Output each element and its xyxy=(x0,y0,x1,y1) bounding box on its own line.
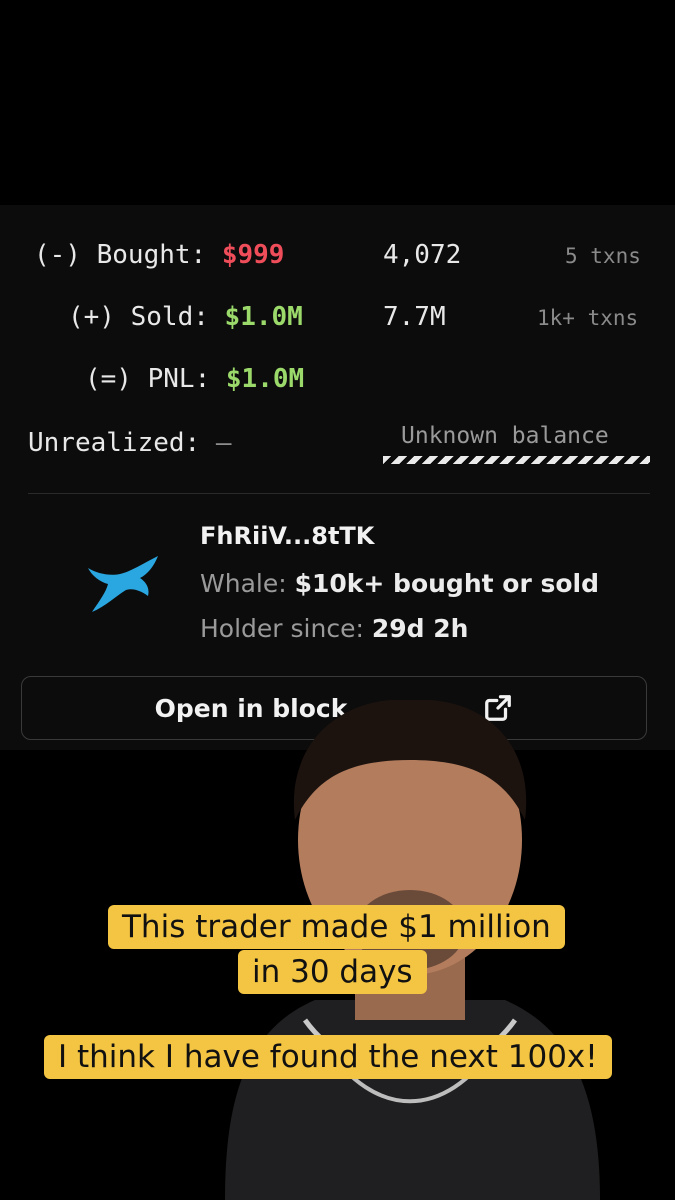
bought-value: $999 xyxy=(221,240,285,270)
pnl-row: (=) PNL: $1.0M xyxy=(85,364,304,394)
wallet-address[interactable]: FhRiiV...8tTK xyxy=(200,522,374,550)
section-divider xyxy=(28,493,650,494)
unrealized-row: Unrealized: – xyxy=(28,428,232,458)
caption-line-3: I think I have found the next 100x! xyxy=(44,1035,612,1079)
unknown-balance-label: Unknown balance xyxy=(401,423,609,449)
wallet-type-line: Whale: $10k+ bought or sold xyxy=(200,569,599,598)
sold-txns: 1k+ txns xyxy=(537,306,639,330)
holder-since-line: Holder since: 29d 2h xyxy=(200,614,468,643)
sold-row: (+) Sold: $1.0M xyxy=(68,302,303,332)
holder-since-label: Holder since: xyxy=(200,614,364,643)
balance-hatch-bar xyxy=(383,456,650,464)
caption-line-1: This trader made $1 million xyxy=(108,905,565,949)
caption-line-2: in 30 days xyxy=(238,950,427,994)
whale-icon xyxy=(88,556,158,612)
sold-value: $1.0M xyxy=(224,302,303,332)
unrealized-label: Unrealized: xyxy=(28,428,201,458)
bought-row: (-) Bought: $999 xyxy=(34,240,284,270)
bought-label: (-) Bought: xyxy=(34,240,207,270)
sold-amount: 7.7M xyxy=(383,302,446,332)
holder-since-value: 29d 2h xyxy=(371,614,469,643)
wallet-type-label: Whale: xyxy=(200,569,287,598)
sold-label: (+) Sold: xyxy=(68,302,209,332)
trade-stats-panel xyxy=(0,205,675,750)
unrealized-value: – xyxy=(215,428,232,458)
pnl-label: (=) PNL: xyxy=(85,364,211,394)
bought-txns: 5 txns xyxy=(565,244,641,268)
bought-amount: 4,072 xyxy=(383,240,462,270)
pnl-value: $1.0M xyxy=(225,364,305,394)
wallet-type-value: $10k+ bought or sold xyxy=(294,569,600,598)
